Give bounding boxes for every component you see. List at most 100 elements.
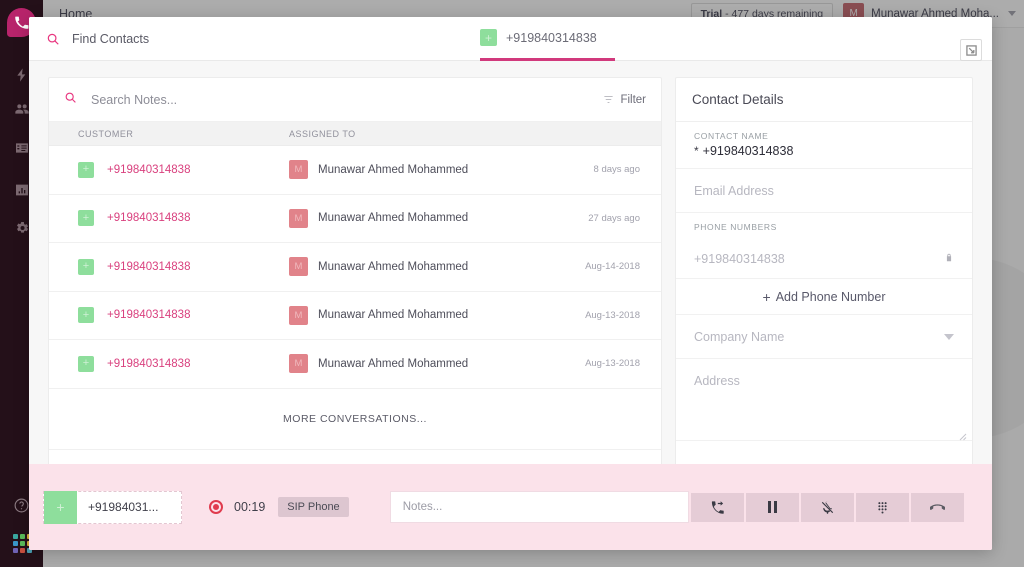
app-dot: [20, 548, 25, 553]
contact-name-value: +919840314838: [702, 144, 794, 158]
contact-name-field[interactable]: CONTACT NAME * +919840314838: [676, 122, 972, 169]
app-dot: [13, 548, 18, 553]
lock-icon: [944, 250, 954, 268]
hold-button[interactable]: [746, 492, 799, 522]
table-row[interactable]: + +919840314838 M Munawar Ahmed Mohammed…: [49, 195, 661, 243]
customer-number[interactable]: +919840314838: [107, 164, 190, 176]
dialpad-icon: [878, 501, 887, 513]
mute-button[interactable]: [801, 492, 854, 522]
search-notes-input[interactable]: Search Notes...: [91, 93, 177, 107]
app-dot: [13, 534, 18, 539]
add-phone-number-label: Add Phone Number: [775, 289, 886, 304]
keypad-button[interactable]: [856, 492, 909, 522]
plus-badge-icon: +: [44, 490, 77, 524]
assigned-name: Munawar Ahmed Mohammed: [318, 163, 469, 176]
filter-label: Filter: [620, 93, 646, 106]
avatar: M: [289, 257, 308, 277]
app-dot: [20, 541, 25, 546]
plus-badge-icon: +: [78, 307, 94, 324]
customer-number[interactable]: +919840314838: [107, 261, 190, 273]
find-contacts-input[interactable]: Find Contacts: [29, 17, 449, 60]
call-number-display[interactable]: + +91984031...: [43, 490, 182, 524]
phone-number-value: +919840314838: [694, 251, 785, 266]
plus-badge-icon: +: [78, 210, 94, 227]
cell-timestamp: 27 days ago: [588, 212, 640, 224]
avatar: M: [289, 354, 308, 374]
cell-customer: + +919840314838: [49, 210, 289, 227]
contact-name-value-row: * +919840314838: [694, 144, 954, 158]
plus-badge-icon: +: [78, 355, 94, 372]
call-notes-input[interactable]: Notes...: [389, 491, 689, 523]
customer-number[interactable]: +919840314838: [107, 212, 190, 224]
active-call-bar: + +91984031... 00:19 SIP Phone Notes...: [29, 464, 992, 550]
phone-number-field[interactable]: +919840314838: [676, 239, 972, 279]
more-conversations-button[interactable]: MORE CONVERSATIONS...: [49, 389, 661, 450]
mic-muted-icon: [821, 500, 834, 514]
expand-icon: [965, 44, 977, 56]
record-inner-dot: [213, 504, 219, 510]
cell-assigned-to: M Munawar Ahmed Mohammed: [289, 354, 551, 374]
contact-modal: Find Contacts + +919840314838 Search Not…: [29, 17, 992, 550]
app-dot: [13, 541, 18, 546]
contact-name-label: CONTACT NAME: [694, 131, 769, 141]
filter-icon: [604, 96, 614, 103]
plus-icon: +: [762, 288, 771, 305]
transfer-call-button[interactable]: [691, 492, 744, 522]
cell-assigned-to: M Munawar Ahmed Mohammed: [289, 257, 551, 277]
sip-phone-badge: SIP Phone: [278, 497, 349, 517]
add-phone-number-button[interactable]: + Add Phone Number: [676, 279, 972, 315]
address-placeholder: Address: [694, 374, 740, 388]
resize-handle-icon[interactable]: [959, 428, 967, 441]
plus-badge-icon: +: [78, 161, 94, 178]
transfer-call-icon: [711, 500, 724, 514]
question-circle-icon: [14, 498, 29, 512]
filter-button[interactable]: Filter: [603, 94, 646, 106]
contact-details-panel: Contact Details CONTACT NAME * +91984031…: [675, 77, 973, 492]
cell-timestamp: Aug-14-2018: [585, 261, 640, 273]
phone-numbers-section-label: PHONE NUMBERS: [676, 213, 972, 239]
hangup-button[interactable]: [911, 492, 964, 522]
search-icon: [46, 32, 60, 46]
app-root: Home Trial - 477 days remaining M Munawa…: [0, 0, 1024, 567]
cell-customer: + +919840314838: [49, 258, 289, 275]
plus-badge-icon: +: [480, 29, 497, 46]
expand-button[interactable]: [960, 39, 982, 61]
bar-chart-icon: [15, 184, 28, 196]
cell-timestamp: Aug-13-2018: [585, 358, 640, 370]
call-number: +91984031...: [88, 500, 159, 514]
hangup-icon: [930, 503, 945, 510]
cell-customer: + +919840314838: [49, 161, 289, 178]
company-name-select[interactable]: Company Name: [676, 315, 972, 359]
email-field[interactable]: Email Address: [676, 169, 972, 213]
cell-assigned-to: M Munawar Ahmed Mohammed: [289, 208, 551, 228]
avatar: M: [289, 305, 308, 325]
people-icon: [14, 104, 29, 114]
address-field[interactable]: Address: [676, 359, 972, 441]
record-icon[interactable]: [209, 500, 223, 514]
plus-badge-icon: +: [78, 258, 94, 275]
tab-contact-919840314838[interactable]: + +919840314838: [480, 17, 615, 61]
customer-number[interactable]: +919840314838: [107, 358, 190, 370]
modal-body: Search Notes... Filter CUSTOMER ASSIGNED…: [29, 61, 992, 508]
table-row[interactable]: + +919840314838 M Munawar Ahmed Mohammed…: [49, 146, 661, 195]
lightning-icon: [16, 68, 25, 82]
list-card-icon: [15, 143, 28, 153]
table-row[interactable]: + +919840314838 M Munawar Ahmed Mohammed…: [49, 292, 661, 340]
assigned-name: Munawar Ahmed Mohammed: [318, 357, 469, 370]
search-notes-row: Search Notes... Filter: [49, 78, 661, 122]
gear-icon: [16, 222, 28, 233]
avatar: M: [289, 208, 308, 228]
avatar: M: [289, 160, 308, 180]
table-row[interactable]: + +919840314838 M Munawar Ahmed Mohammed…: [49, 340, 661, 389]
cell-timestamp: 8 days ago: [593, 164, 640, 176]
column-header-customer: CUSTOMER: [78, 128, 134, 139]
cell-timestamp: Aug-13-2018: [585, 309, 640, 321]
modal-header: Find Contacts + +919840314838: [29, 17, 992, 61]
assigned-name: Munawar Ahmed Mohammed: [318, 212, 469, 225]
phone-numbers-label: PHONE NUMBERS: [694, 222, 777, 232]
table-row[interactable]: + +919840314838 M Munawar Ahmed Mohammed…: [49, 243, 661, 292]
phone-icon: [15, 16, 29, 29]
assigned-name: Munawar Ahmed Mohammed: [318, 260, 469, 273]
app-dot: [20, 534, 25, 539]
customer-number[interactable]: +919840314838: [107, 309, 190, 321]
